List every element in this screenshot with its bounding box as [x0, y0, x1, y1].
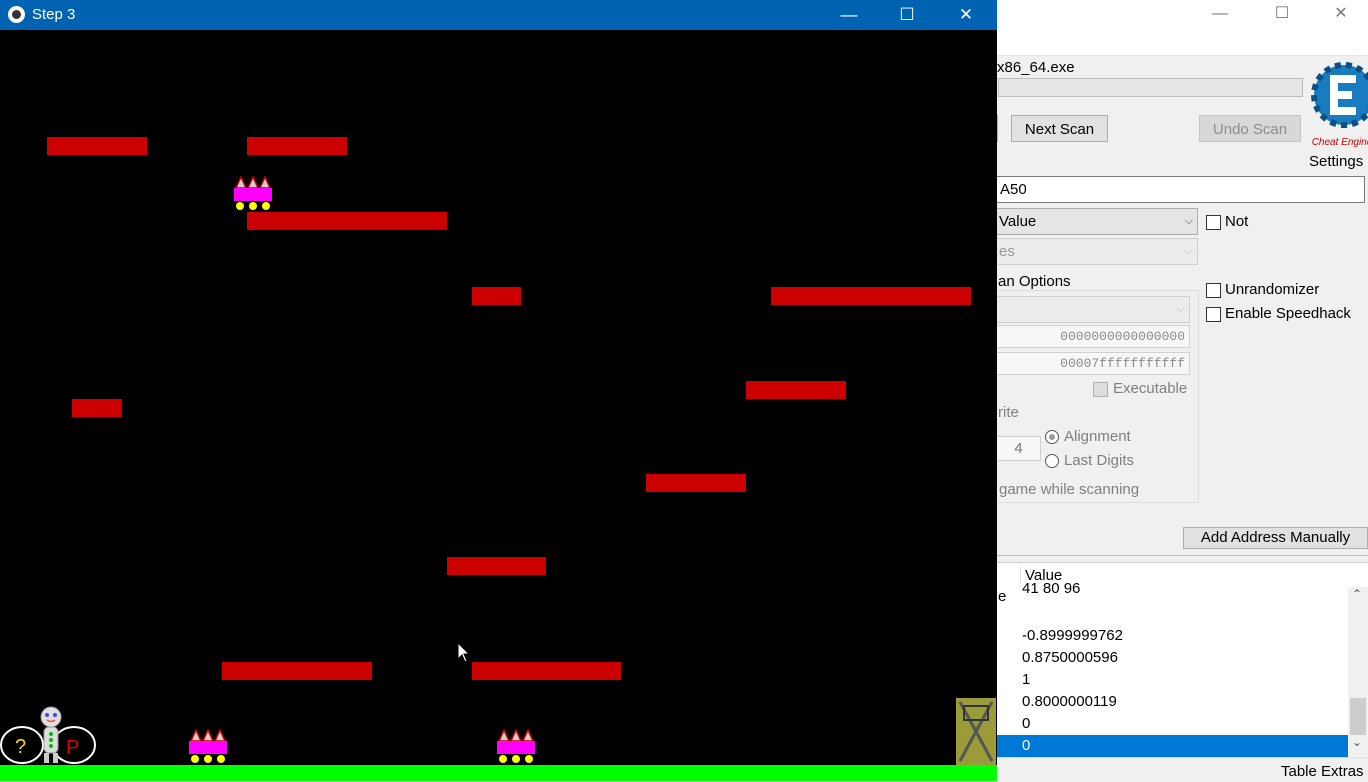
- ce-close-button[interactable]: ✕: [1321, 2, 1361, 26]
- ce-bottom-bar: Table Extras: [996, 757, 1368, 782]
- platform: [247, 137, 347, 155]
- ce-maximize-button[interactable]: ☐: [1262, 2, 1302, 26]
- platform: [47, 137, 147, 155]
- goal-door-icon: [956, 698, 996, 765]
- table-row[interactable]: -0.8999999762: [996, 625, 1348, 647]
- game-canvas[interactable]: ? P: [0, 30, 997, 781]
- enable-speedhack-label: Enable Speedhack: [1225, 305, 1351, 322]
- platform: [746, 381, 846, 399]
- platform: [472, 662, 621, 680]
- pause-while-scanning-label: game while scanning: [999, 481, 1140, 498]
- scan-results-list[interactable]: e Value 41 80 96 -0.8999999762 0.8750000…: [996, 562, 1368, 757]
- game-close-button[interactable]: ✕: [937, 0, 995, 30]
- platform: [646, 474, 746, 492]
- not-label: Not: [1225, 213, 1249, 230]
- scan-progress-bar: [998, 78, 1303, 97]
- unrandomizer-checkbox[interactable]: [1206, 283, 1221, 298]
- unrandomizer-label: Unrandomizer: [1225, 281, 1320, 298]
- last-digits-label: Last Digits: [1064, 452, 1135, 469]
- enemy-sprite: [189, 729, 227, 763]
- table-extras-button[interactable]: Table Extras: [1281, 763, 1364, 780]
- ce-minimize-button[interactable]: —: [1200, 2, 1240, 26]
- value-type-select[interactable]: es ⌵: [996, 238, 1198, 265]
- undo-scan-button[interactable]: Undo Scan: [1199, 115, 1301, 142]
- alignment-radio[interactable]: [1045, 430, 1059, 444]
- chevron-down-icon: ⌵: [1184, 245, 1193, 257]
- executable-checkbox[interactable]: [1093, 382, 1108, 397]
- not-checkbox[interactable]: [1206, 215, 1221, 230]
- table-row[interactable]: 41 80 96: [996, 581, 1348, 597]
- last-digits-radio[interactable]: [1045, 454, 1059, 468]
- scan-type-value: Value: [999, 213, 1037, 230]
- platform: [222, 662, 372, 680]
- enable-speedhack-checkbox[interactable]: [1206, 307, 1221, 322]
- game-titlebar[interactable]: Step 3 — ☐ ✕: [0, 0, 997, 30]
- table-row-selected[interactable]: 0: [996, 735, 1348, 757]
- alignment-value-input[interactable]: 4: [996, 436, 1041, 461]
- start-address-input[interactable]: 0000000000000000: [996, 325, 1190, 348]
- platform: [771, 287, 971, 305]
- ground: [0, 765, 997, 781]
- mouse-cursor-icon: [457, 642, 471, 663]
- next-scan-button[interactable]: Next Scan: [1011, 115, 1108, 142]
- logo-caption: Cheat Engine: [1312, 137, 1368, 148]
- writable-label: rite: [998, 404, 1019, 421]
- scrollbar-thumb[interactable]: [1350, 698, 1366, 735]
- settings-link[interactable]: Settings: [1309, 153, 1363, 170]
- scroll-down-icon[interactable]: ⌄: [1352, 735, 1362, 749]
- platform: [72, 399, 122, 417]
- process-name-label: x86_64.exe: [997, 59, 1075, 76]
- table-row[interactable]: 0: [996, 713, 1348, 735]
- executable-label: Executable: [1113, 380, 1188, 397]
- game-minimize-button[interactable]: —: [820, 0, 878, 30]
- question-mark-icon: ?: [15, 736, 26, 758]
- divider: [996, 555, 1368, 556]
- add-address-manually-button[interactable]: Add Address Manually: [1183, 527, 1368, 549]
- ce-menubar: [996, 27, 1368, 56]
- game-app-icon: [8, 6, 25, 23]
- enemy-sprite: [497, 729, 535, 763]
- table-row[interactable]: 0.8750000596: [996, 647, 1348, 669]
- p-icon: P: [66, 737, 79, 759]
- memory-region-select[interactable]: ⌵: [996, 296, 1190, 323]
- stop-address-input[interactable]: 00007fffffffffff: [996, 352, 1190, 375]
- game-window: Step 3 — ☐ ✕ ? P: [0, 0, 997, 781]
- table-row[interactable]: [996, 603, 1348, 625]
- scan-value-input[interactable]: A50: [996, 176, 1365, 203]
- chevron-down-icon: ⌵: [1176, 303, 1185, 315]
- table-row[interactable]: 1: [996, 669, 1348, 691]
- cheat-engine-logo-icon[interactable]: Cheat Engine: [1306, 57, 1368, 149]
- alignment-label: Alignment: [1064, 428, 1131, 445]
- table-row[interactable]: 0.8000000119: [996, 691, 1348, 713]
- player-sprite: ? P: [0, 706, 96, 764]
- ce-titlebar: — ☐ ✕: [996, 0, 1368, 27]
- platform: [447, 557, 546, 575]
- chevron-down-icon: ⌵: [1184, 215, 1193, 227]
- platform: [472, 287, 521, 305]
- platform: [247, 212, 447, 230]
- scroll-up-icon[interactable]: ⌃: [1352, 587, 1362, 601]
- memory-scan-options-label: an Options: [998, 273, 1073, 290]
- enemy-sprite: [234, 176, 272, 210]
- game-window-title: Step 3: [32, 6, 76, 23]
- game-maximize-button[interactable]: ☐: [878, 0, 936, 30]
- value-type-value: es: [999, 243, 1015, 260]
- scan-type-select[interactable]: Value ⌵: [996, 208, 1198, 235]
